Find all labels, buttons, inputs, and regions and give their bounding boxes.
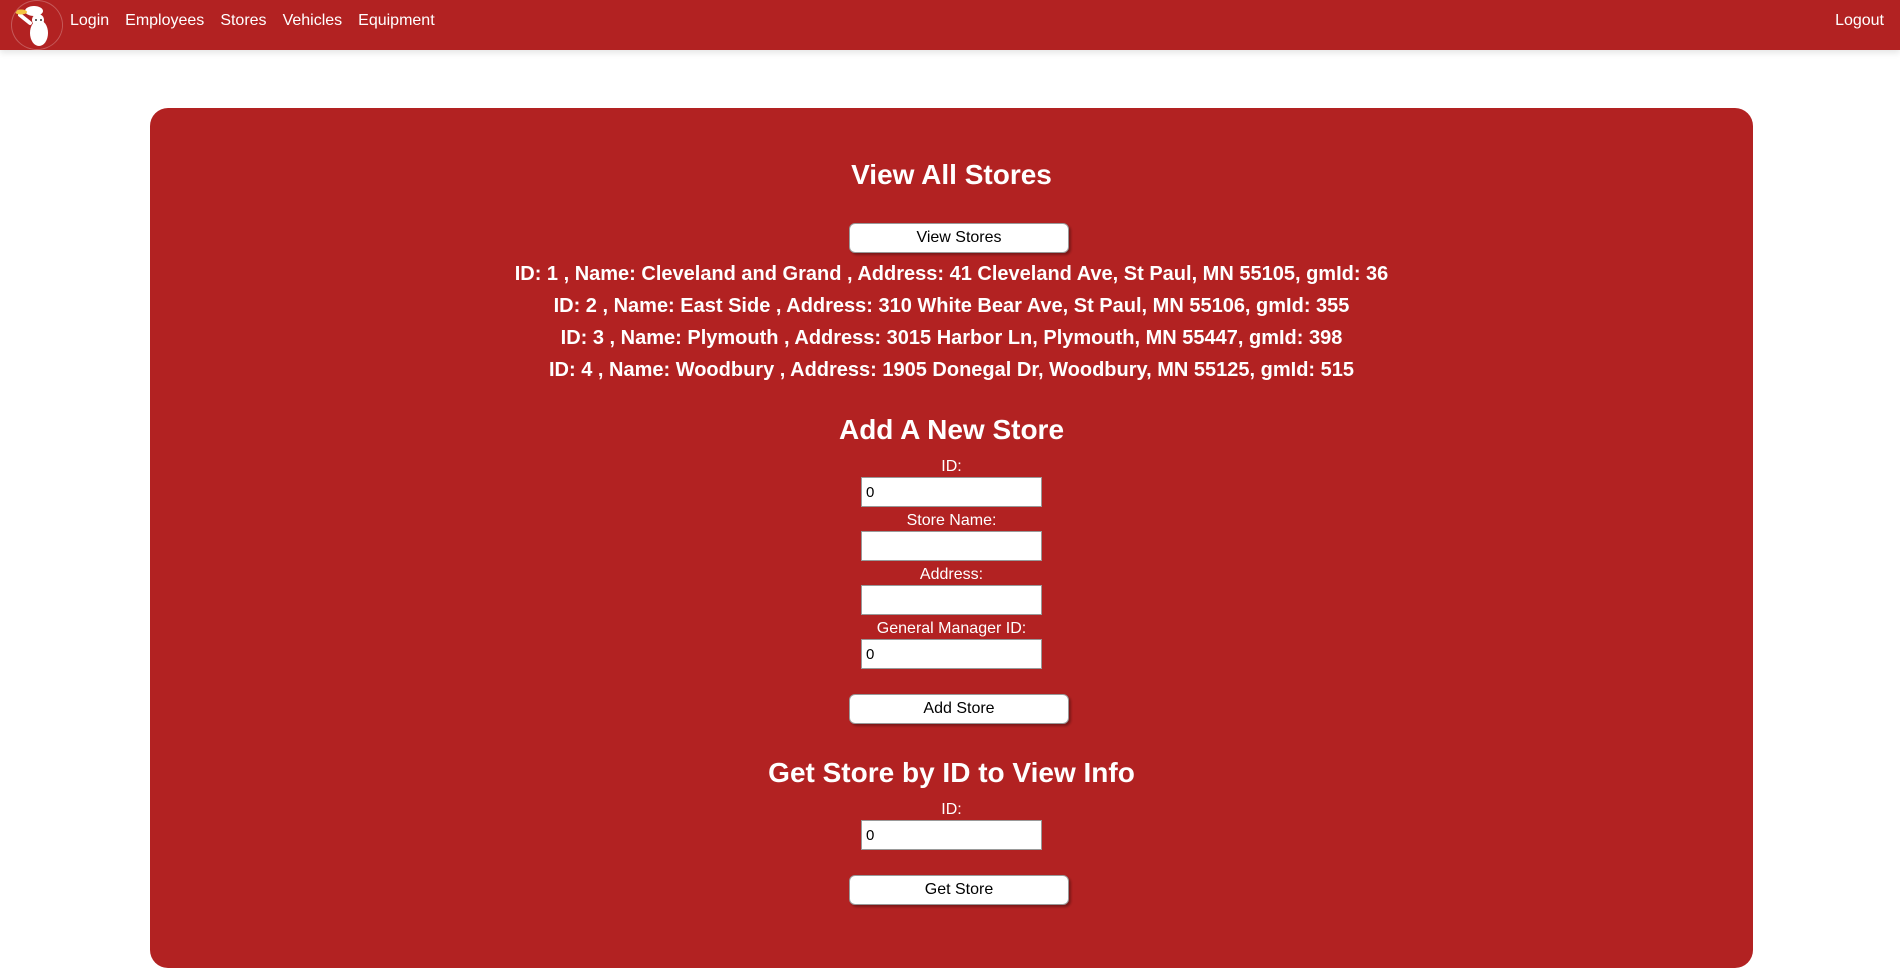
add-store-heading-wrap: Add A New Store bbox=[150, 413, 1753, 447]
add-id-field: ID: bbox=[150, 457, 1753, 507]
get-store-title: Get Store by ID to View Info bbox=[768, 757, 1135, 788]
view-stores-button-wrap: View Stores bbox=[150, 223, 1753, 253]
gm-id-label: General Manager ID: bbox=[876, 620, 1027, 637]
add-gm-id-field: General Manager ID: bbox=[150, 619, 1753, 669]
nav-equipment-link[interactable]: Equipment bbox=[358, 10, 435, 32]
address-label: Address: bbox=[919, 566, 984, 583]
nav-login-link[interactable]: Login bbox=[70, 10, 109, 32]
add-store-button[interactable]: Add Store bbox=[849, 694, 1069, 724]
store-name-label: Store Name: bbox=[906, 512, 997, 529]
address-input[interactable] bbox=[861, 585, 1042, 615]
stores-card: View All Stores View Stores ID: 1 , Name… bbox=[150, 108, 1753, 968]
store-list-item: ID: 3 , Name: Plymouth , Address: 3015 H… bbox=[560, 327, 1343, 349]
nav-vehicles-link[interactable]: Vehicles bbox=[283, 10, 343, 32]
nav-links: Login Employees Stores Vehicles Equipmen… bbox=[70, 10, 435, 32]
store-list-item: ID: 1 , Name: Cleveland and Grand , Addr… bbox=[514, 263, 1389, 285]
top-navbar: Login Employees Stores Vehicles Equipmen… bbox=[0, 0, 1900, 50]
view-stores-heading-wrap: View All Stores bbox=[150, 158, 1753, 192]
add-id-label: ID: bbox=[941, 458, 962, 475]
view-stores-title: View All Stores bbox=[851, 159, 1052, 190]
store-list-item: ID: 2 , Name: East Side , Address: 310 W… bbox=[553, 295, 1350, 317]
add-store-button-wrap: Add Store bbox=[150, 694, 1753, 724]
store-list: ID: 1 , Name: Cleveland and Grand , Addr… bbox=[150, 258, 1753, 386]
get-store-heading-wrap: Get Store by ID to View Info bbox=[150, 756, 1753, 790]
add-address-field: Address: bbox=[150, 565, 1753, 615]
view-stores-button[interactable]: View Stores bbox=[849, 223, 1069, 253]
logout-link[interactable]: Logout bbox=[1835, 10, 1884, 32]
pizza-chef-logo[interactable] bbox=[11, 0, 63, 50]
add-store-title: Add A New Store bbox=[838, 414, 1065, 445]
get-store-button[interactable]: Get Store bbox=[849, 875, 1069, 905]
gm-id-input[interactable] bbox=[861, 639, 1042, 669]
store-name-input[interactable] bbox=[861, 531, 1042, 561]
add-id-input[interactable] bbox=[861, 477, 1042, 507]
nav-stores-link[interactable]: Stores bbox=[220, 10, 266, 32]
nav-employees-link[interactable]: Employees bbox=[125, 10, 204, 32]
get-store-button-wrap: Get Store bbox=[150, 875, 1753, 905]
get-id-field: ID: bbox=[150, 800, 1753, 850]
add-store-name-field: Store Name: bbox=[150, 511, 1753, 561]
store-list-item: ID: 4 , Name: Woodbury , Address: 1905 D… bbox=[549, 359, 1354, 381]
get-id-label: ID: bbox=[941, 801, 962, 818]
get-id-input[interactable] bbox=[861, 820, 1042, 850]
